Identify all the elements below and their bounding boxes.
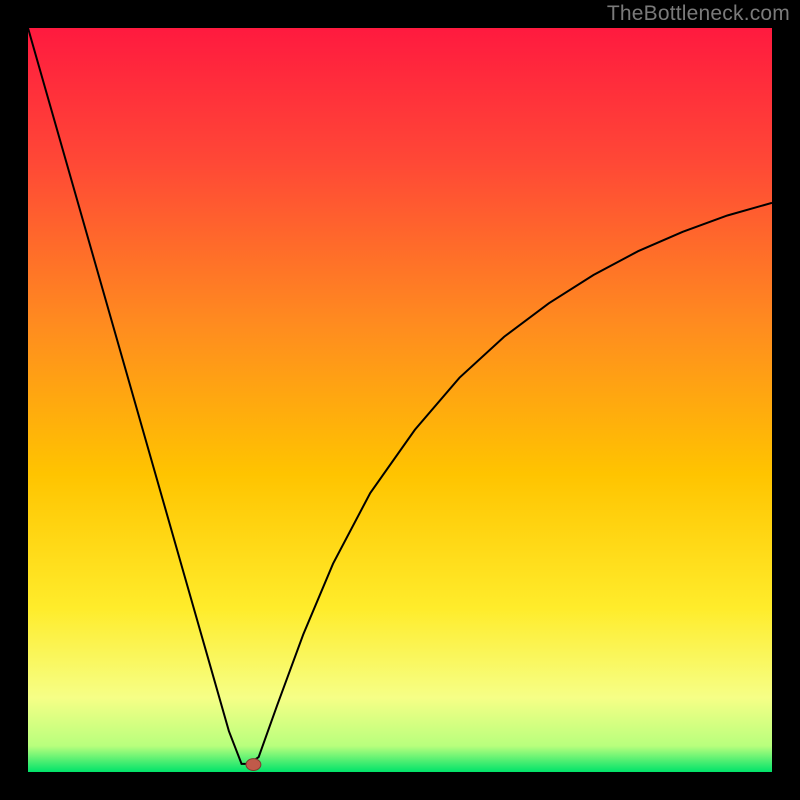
plot-area [28,28,772,772]
chart-frame: TheBottleneck.com [0,0,800,800]
watermark-text: TheBottleneck.com [607,2,790,26]
gradient-background [28,28,772,772]
minimum-marker [246,759,261,771]
plot-svg [28,28,772,772]
